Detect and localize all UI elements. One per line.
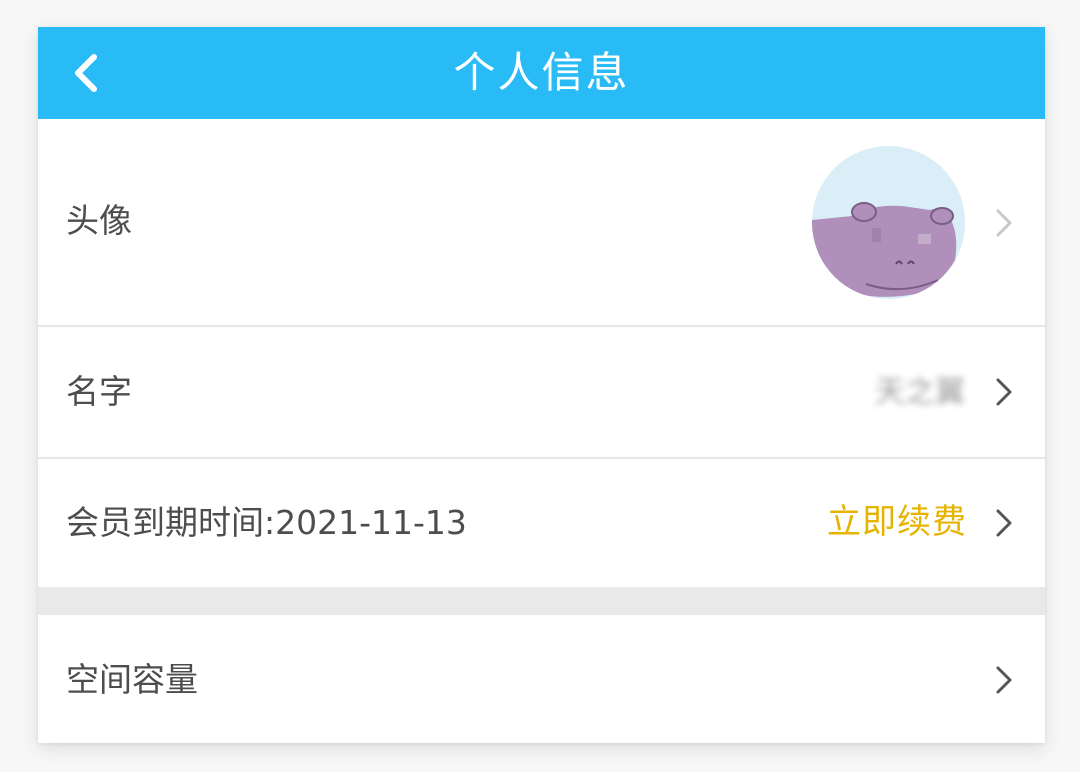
chevron-right-icon: [996, 209, 1012, 237]
storage-chevron: [993, 663, 1015, 697]
membership-expiry-label: 会员到期时间:2021-11-13: [66, 503, 467, 542]
hippo-avatar-image: [812, 146, 965, 299]
name-label: 名字: [66, 372, 132, 411]
name-chevron: [993, 375, 1015, 409]
avatar: [812, 146, 965, 299]
avatar-row[interactable]: 头像: [38, 119, 1045, 325]
name-value: 天之翼: [875, 375, 965, 410]
storage-row[interactable]: 空间容量: [38, 615, 1045, 743]
renew-now-link[interactable]: 立即续费: [827, 502, 967, 542]
chevron-right-icon: [996, 666, 1012, 694]
page-title: 个人信息: [453, 48, 630, 97]
membership-chevron: [993, 506, 1015, 540]
profile-screen: 个人信息 头像 名字 天之翼 会员到期时间:2021-11-13 立即续费 空间…: [38, 27, 1045, 743]
section-separator: [38, 587, 1045, 615]
avatar-label: 头像: [66, 201, 132, 240]
name-row[interactable]: 名字 天之翼: [38, 327, 1045, 457]
avatar-chevron: [993, 206, 1015, 240]
chevron-right-icon: [996, 509, 1012, 537]
membership-row[interactable]: 会员到期时间:2021-11-13 立即续费: [38, 459, 1045, 587]
chevron-right-icon: [996, 378, 1012, 406]
app-header: 个人信息: [38, 27, 1045, 119]
storage-label: 空间容量: [66, 660, 198, 699]
